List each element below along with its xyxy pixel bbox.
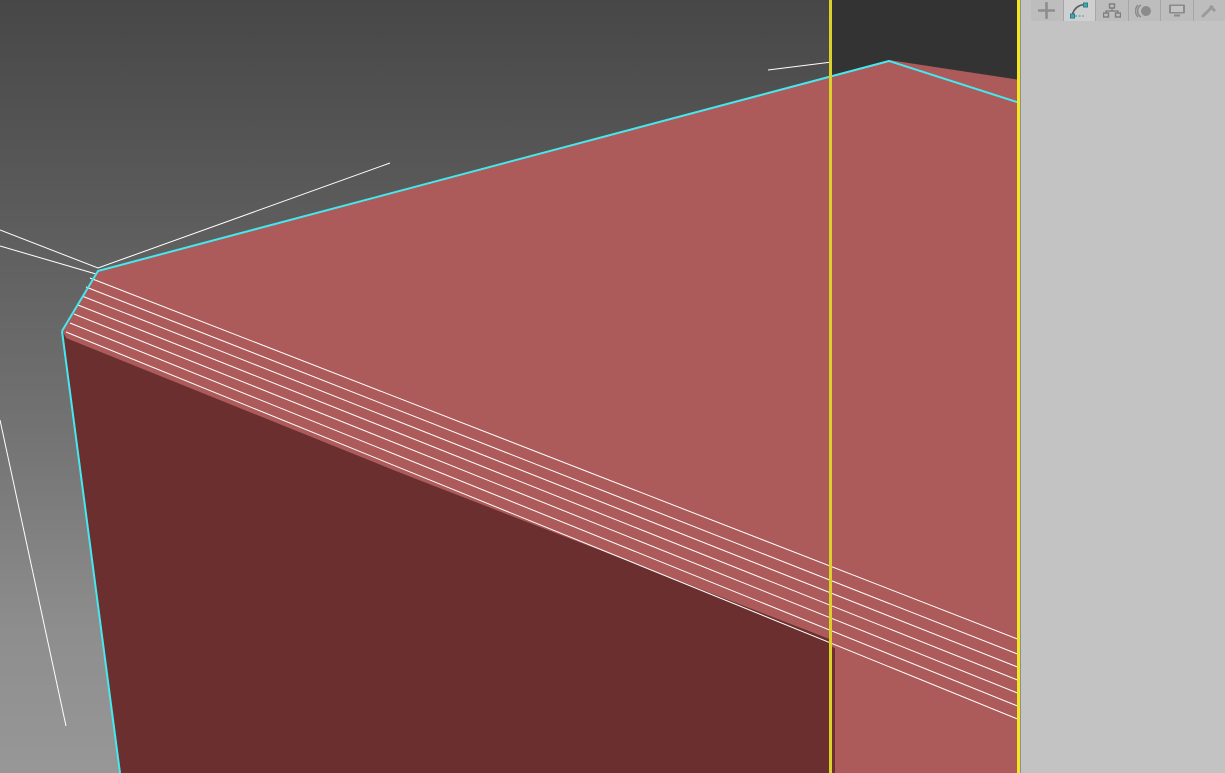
- display-tab[interactable]: [1161, 0, 1194, 21]
- perspective-viewport[interactable]: [0, 0, 1020, 773]
- plus-icon: [1038, 2, 1056, 19]
- curve-icon: [1070, 2, 1089, 19]
- viewport-geometry: [0, 60, 1020, 773]
- utilities-tab[interactable]: [1193, 0, 1225, 21]
- max-window: Modifier List Chamfer Box: [0, 0, 1225, 773]
- create-tab[interactable]: [1031, 0, 1064, 21]
- hammer-icon: [1201, 4, 1217, 17]
- viewport-border-left: [829, 0, 832, 773]
- motion-tab[interactable]: [1128, 0, 1161, 21]
- motion-icon: [1135, 3, 1152, 18]
- hierarchy-icon: [1102, 2, 1121, 18]
- command-panel-tabs: [1031, 0, 1225, 21]
- monitor-icon: [1168, 4, 1185, 17]
- modify-tab[interactable]: [1063, 0, 1096, 21]
- hierarchy-tab[interactable]: [1096, 0, 1129, 21]
- command-panel: Modifier List Chamfer Box: [1020, 0, 1225, 773]
